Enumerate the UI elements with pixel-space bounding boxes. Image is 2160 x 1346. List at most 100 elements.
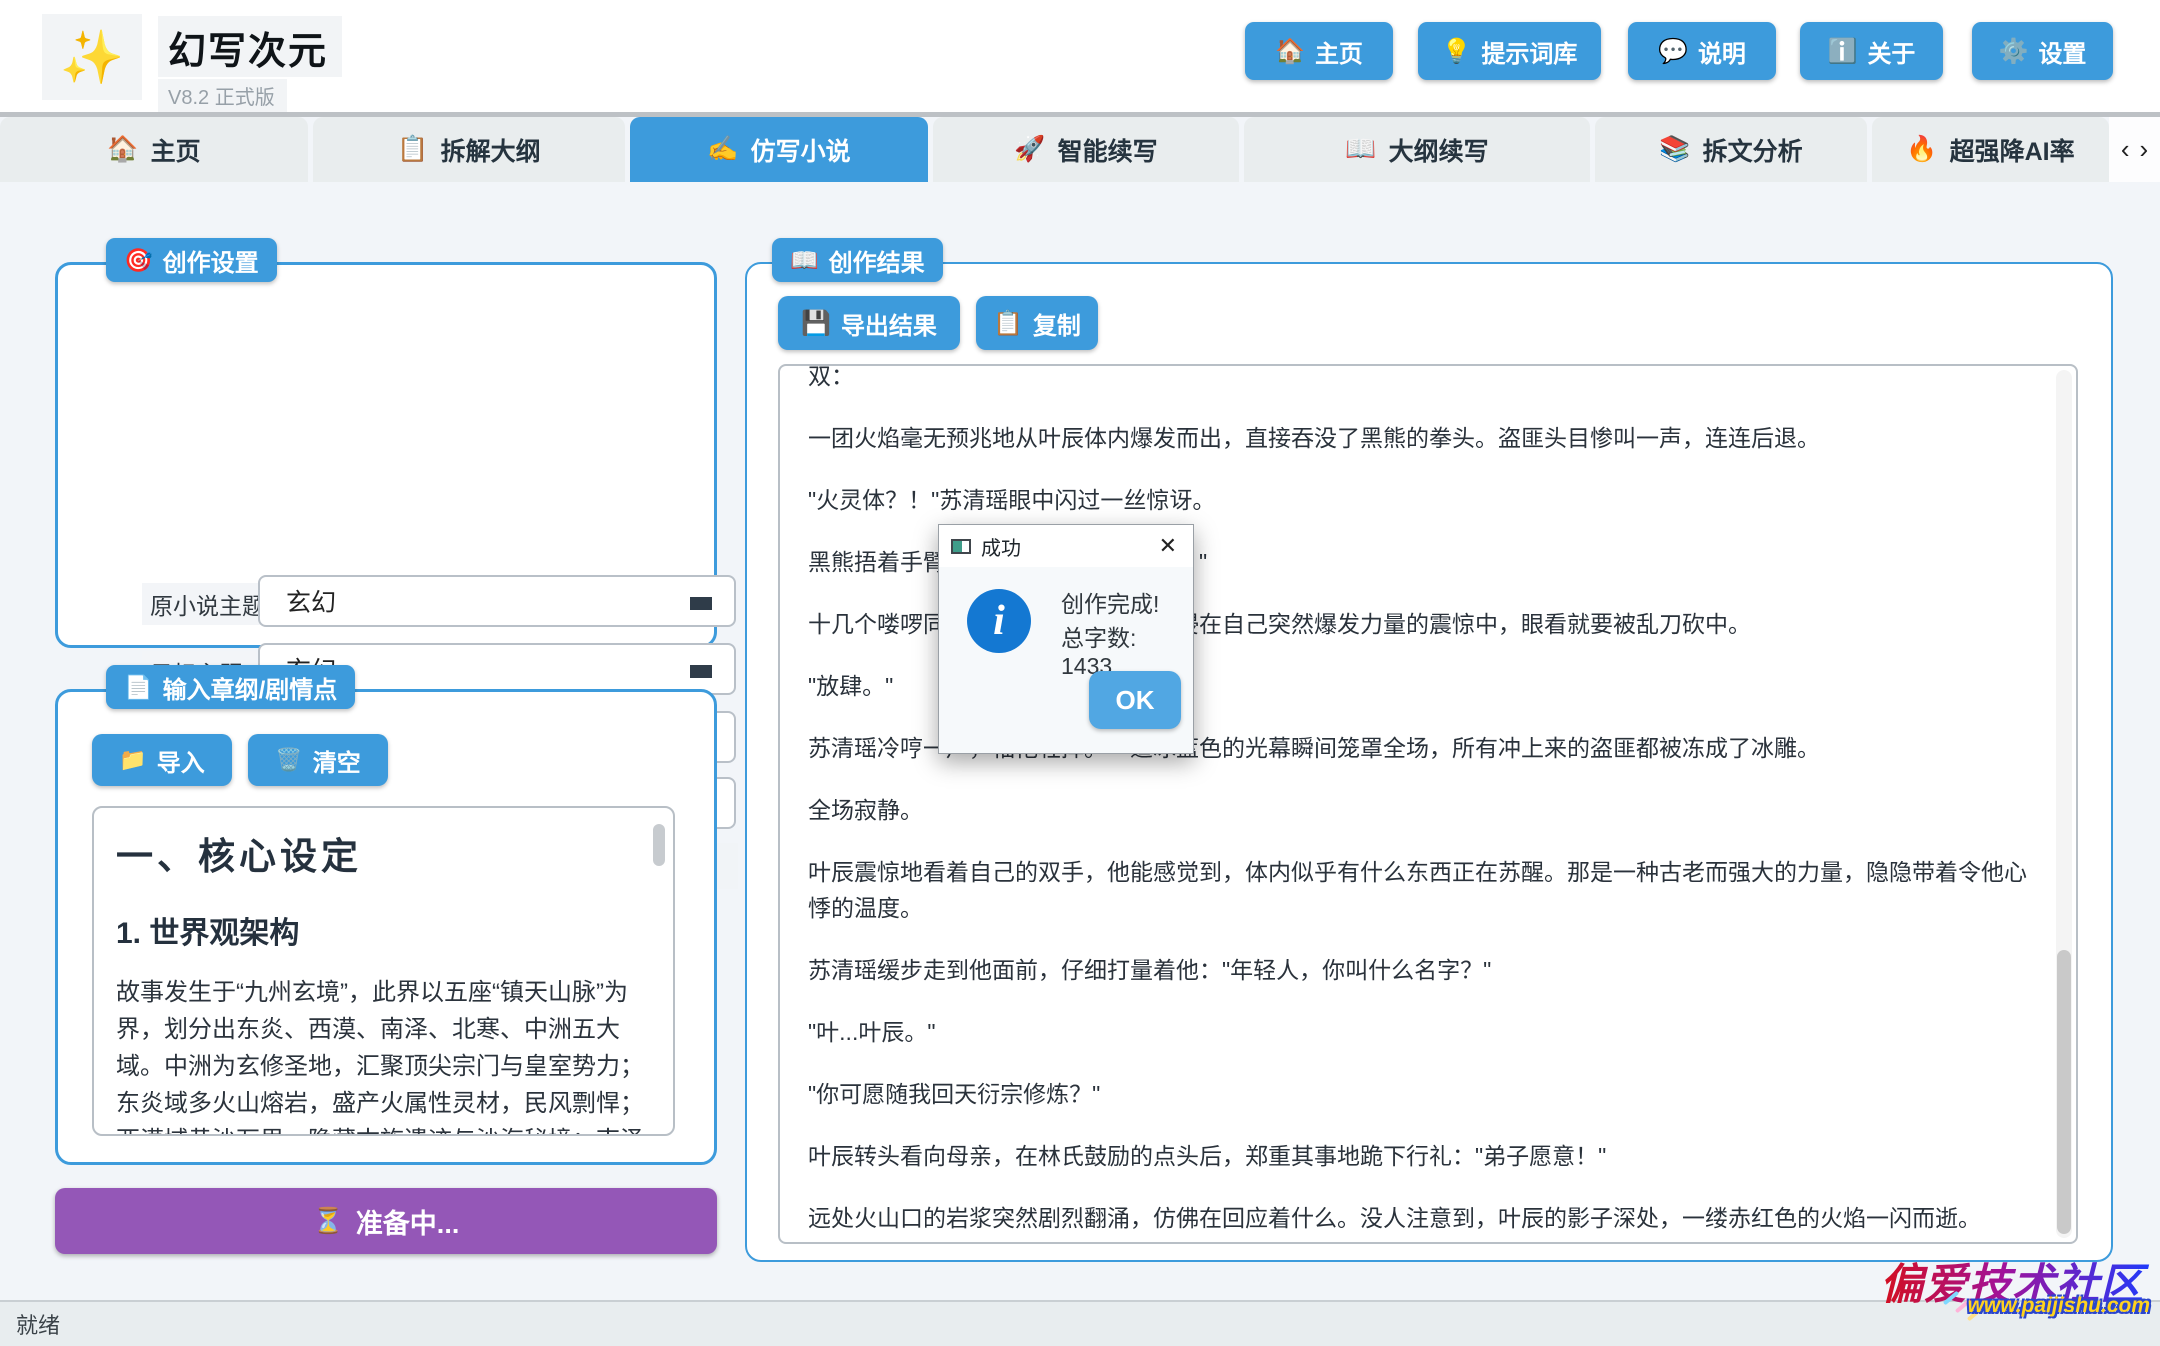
tab-outline-continue[interactable]: 📖 大纲续写	[1244, 117, 1590, 182]
watermark: 偏爱技术社区 www.paijishu.com	[1880, 1250, 2156, 1312]
export-button[interactable]: 💾 导出结果	[778, 296, 960, 350]
result-textarea[interactable]: 双： 一团火焰毫无预兆地从叶辰体内爆发而出，直接吞没了黑熊的拳头。盗匪头目惨叫一…	[778, 364, 2078, 1244]
app-title: 幻写次元	[158, 16, 342, 77]
result-paragraph: 全场寂静。	[808, 792, 2048, 828]
app-logo: ✨	[42, 14, 142, 100]
source-theme-value: 玄幻	[286, 583, 336, 619]
floppy-disk-icon: 💾	[801, 309, 831, 338]
sparkles-icon: ✨	[60, 27, 125, 88]
trash-icon: 🗑️	[275, 747, 302, 773]
home-button[interactable]: 🏠 主页	[1245, 22, 1393, 80]
settings-panel-title: 🎯 创作设置	[106, 238, 277, 282]
settings-panel: 原小说主题: 玄幻 目标主题: 玄幻 生成章节数: 1 每章字数: 3000 启…	[55, 262, 717, 648]
result-paragraph: "叶...叶辰。"	[808, 1014, 2048, 1050]
outline-heading: 一、核心设定	[116, 826, 651, 880]
lightbulb-icon: 💡	[1442, 37, 1472, 66]
tab-smart-continue[interactable]: 🚀 智能续写	[933, 117, 1239, 182]
generate-button-label: 准备中...	[356, 1202, 460, 1241]
prompt-library-label: 提示词库	[1481, 34, 1577, 69]
fire-icon: 🔥	[1906, 135, 1937, 164]
outline-panel-title: 📄 输入章纲/剧情点	[106, 665, 355, 709]
result-paragraph: 叶辰震惊地看着自己的双手，他能感觉到，体内似乎有什么东西正在苏醒。那是一种古老而…	[808, 854, 2048, 926]
settings-button-label: 设置	[2038, 34, 2086, 69]
import-button-label: 导入	[157, 743, 205, 778]
tab-outline-continue-label: 大纲续写	[1389, 132, 1489, 168]
writing-hand-icon: ✍️	[707, 135, 738, 164]
header: ✨ 幻写次元 V8.2 正式版 🏠 主页 💡 提示词库 💬 说明 ℹ️ 关于 ⚙…	[0, 0, 2160, 112]
info-icon: ℹ️	[1828, 37, 1858, 66]
gear-icon: ⚙️	[1999, 37, 2029, 66]
clipboard-icon: 📋	[397, 135, 428, 164]
settings-button[interactable]: ⚙️ 设置	[1972, 22, 2113, 80]
result-paragraph: "你可愿随我回天衍宗修炼？"	[808, 1076, 2048, 1112]
result-paragraph: 双：	[808, 364, 2048, 394]
tab-bar: 🏠 主页 📋 拆解大纲 ✍️ 仿写小说 🚀 智能续写 📖 大纲续写 📚 拆文分析…	[0, 117, 2160, 182]
scroll-left-arrow-icon[interactable]: ‹	[2121, 134, 2130, 165]
tab-reduce-ai-rate-label: 超强降AI率	[1950, 132, 2075, 168]
dialog-titlebar: 成功 ✕	[939, 525, 1193, 567]
import-button[interactable]: 📁 导入	[92, 734, 232, 786]
export-button-label: 导出结果	[841, 306, 937, 341]
status-text: 就绪	[16, 1308, 60, 1340]
ok-button[interactable]: OK	[1089, 671, 1181, 729]
result-paragraph: 远处火山口的岩浆突然剧烈翻涌，仿佛在回应着什么。没人注意到，叶辰的影子深处，一缕…	[808, 1200, 2048, 1236]
prompt-library-button[interactable]: 💡 提示词库	[1418, 22, 1601, 80]
scroll-right-arrow-icon[interactable]: ›	[2140, 134, 2149, 165]
tab-text-analysis[interactable]: 📚 拆文分析	[1595, 117, 1867, 182]
select-arrow-icon	[690, 597, 712, 610]
result-paragraph: 一团火焰毫无预兆地从叶辰体内爆发而出，直接吞没了黑熊的拳头。盗匪头目惨叫一声，连…	[808, 420, 2048, 456]
help-button[interactable]: 💬 说明	[1628, 22, 1776, 80]
copy-button-label: 复制	[1033, 306, 1081, 341]
tab-imitate-novel[interactable]: ✍️ 仿写小说	[630, 117, 928, 182]
help-button-label: 说明	[1698, 34, 1746, 69]
folder-icon: 📁	[119, 747, 146, 773]
copy-button[interactable]: 📋 复制	[976, 296, 1098, 350]
source-theme-select[interactable]: 玄幻	[258, 575, 736, 627]
result-paragraph: 苏清瑶缓步走到他面前，仔细打量着他："年轻人，你叫什么名字？"	[808, 952, 2048, 988]
result-paragraph: "火灵体？！"苏清瑶眼中闪过一丝惊讶。	[808, 482, 2048, 518]
tab-outline-deconstruct-label: 拆解大纲	[441, 132, 541, 168]
tab-scroll-arrows: ‹ ›	[2109, 117, 2160, 182]
open-book-icon: 📖	[790, 247, 819, 274]
document-icon: 📄	[124, 674, 153, 701]
result-scrollbar-thumb[interactable]	[2057, 950, 2071, 1234]
close-icon[interactable]: ✕	[1155, 533, 1181, 559]
about-button[interactable]: ℹ️ 关于	[1800, 22, 1943, 80]
window-icon	[951, 539, 971, 554]
select-arrow-icon	[690, 665, 712, 678]
outline-panel-title-label: 输入章纲/剧情点	[163, 670, 338, 705]
outline-textarea[interactable]: 一、核心设定 1. 世界观架构 故事发生于“九州玄境”，此界以五座“镇天山脉”为…	[92, 806, 675, 1136]
tab-home-label: 主页	[151, 132, 201, 168]
home-icon: 🏠	[107, 135, 138, 164]
result-panel-title: 📖 创作结果	[772, 238, 943, 282]
watermark-url: www.paijishu.com	[1968, 1294, 2150, 1318]
clipboard-icon: 📋	[993, 309, 1023, 338]
about-button-label: 关于	[1867, 34, 1915, 69]
target-icon: 🎯	[124, 247, 153, 274]
result-panel-title-label: 创作结果	[829, 243, 925, 278]
home-button-label: 主页	[1315, 34, 1363, 69]
tab-smart-continue-label: 智能续写	[1058, 132, 1158, 168]
open-book-icon: 📖	[1345, 135, 1376, 164]
status-bar: 就绪	[0, 1300, 2160, 1346]
tab-home[interactable]: 🏠 主页	[0, 117, 308, 182]
app-version: V8.2 正式版	[158, 79, 287, 114]
outline-subheading: 1. 世界观架构	[116, 908, 651, 952]
clear-button[interactable]: 🗑️ 清空	[248, 734, 388, 786]
clear-button-label: 清空	[313, 743, 361, 778]
dialog-message: 创作完成!	[1061, 585, 1159, 619]
info-circle-icon: i	[967, 589, 1031, 653]
books-icon: 📚	[1659, 135, 1690, 164]
outline-scrollbar-thumb[interactable]	[653, 824, 665, 866]
generate-button[interactable]: ⏳ 准备中...	[55, 1188, 717, 1254]
settings-panel-title-label: 创作设置	[163, 243, 259, 278]
app-title-block: 幻写次元 V8.2 正式版	[158, 16, 342, 114]
tab-imitate-novel-label: 仿写小说	[751, 132, 851, 168]
outline-body-text: 故事发生于“九州玄境”，此界以五座“镇天山脉”为界，划分出东炎、西漠、南泽、北寒…	[116, 974, 651, 1136]
home-icon: 🏠	[1275, 37, 1305, 66]
tab-outline-deconstruct[interactable]: 📋 拆解大纲	[313, 117, 625, 182]
result-paragraph: 叶辰转头看向母亲，在林氏鼓励的点头后，郑重其事地跪下行礼："弟子愿意！"	[808, 1138, 2048, 1174]
rocket-icon: 🚀	[1014, 135, 1045, 164]
hourglass-icon: ⏳	[313, 1207, 344, 1236]
tab-reduce-ai-rate[interactable]: 🔥 超强降AI率	[1872, 117, 2109, 182]
